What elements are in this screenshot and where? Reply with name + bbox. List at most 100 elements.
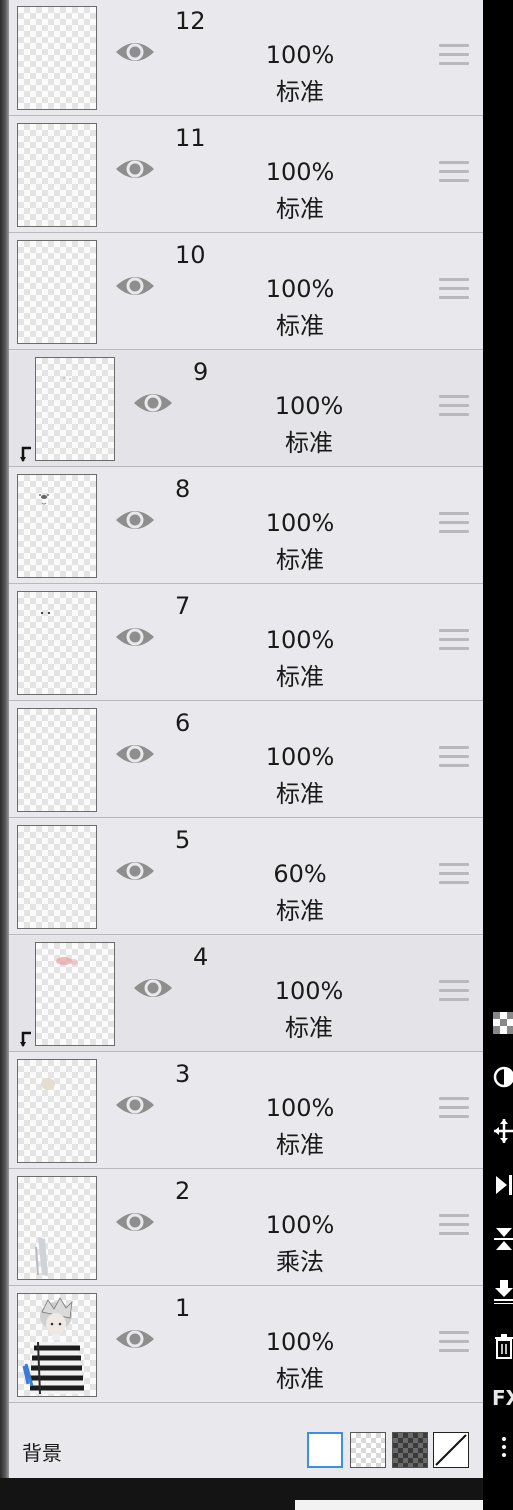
clip-arrow-icon: [20, 446, 31, 462]
layer-thumbnail[interactable]: [17, 591, 97, 695]
layer-thumbnail[interactable]: [17, 240, 97, 344]
slash-icon: [435, 1434, 467, 1466]
layer-thumbnail[interactable]: [17, 708, 97, 812]
layer-row[interactable]: 5 60% 标准: [9, 819, 483, 935]
visibility-eye-icon[interactable]: [114, 623, 156, 651]
layer-opacity[interactable]: 100%: [250, 274, 350, 304]
layer-number: 12: [175, 7, 206, 35]
layer-thumbnail[interactable]: [17, 1176, 97, 1280]
bg-checker-option[interactable]: [350, 1432, 386, 1468]
layer-opacity[interactable]: 100%: [259, 391, 359, 421]
layer-blend-mode[interactable]: 标准: [250, 311, 350, 341]
background-row: 背景: [9, 1424, 483, 1478]
layer-blend-mode[interactable]: 标准: [250, 194, 350, 224]
layer-opacity[interactable]: 100%: [250, 1327, 350, 1357]
drag-handle-icon[interactable]: [439, 161, 469, 185]
layer-opacity[interactable]: 100%: [259, 976, 359, 1006]
move-icon[interactable]: [493, 1118, 513, 1144]
visibility-eye-icon[interactable]: [114, 740, 156, 768]
layer-row[interactable]: 8 100% 标准: [9, 468, 483, 584]
layer-opacity[interactable]: 100%: [250, 157, 350, 187]
drag-handle-icon[interactable]: [439, 1214, 469, 1238]
export-icon[interactable]: [493, 1278, 513, 1304]
bg-dark-checker-option[interactable]: [392, 1432, 428, 1468]
layer-row[interactable]: 9 100% 标准: [9, 351, 483, 467]
layer-thumbnail-art: [56, 957, 78, 965]
bottom-field: [295, 1500, 483, 1510]
layer-blend-mode[interactable]: 标准: [250, 662, 350, 692]
layer-thumbnail[interactable]: [35, 942, 115, 1046]
layer-number: 11: [175, 124, 206, 152]
layer-number: 1: [175, 1294, 191, 1322]
bg-white-option[interactable]: [307, 1432, 343, 1468]
drag-handle-icon[interactable]: [439, 1331, 469, 1355]
visibility-eye-icon[interactable]: [132, 974, 174, 1002]
layer-blend-mode[interactable]: 标准: [259, 1013, 359, 1043]
layer-thumbnail-art: [39, 494, 49, 505]
layer-blend-mode[interactable]: 标准: [250, 545, 350, 575]
visibility-eye-icon[interactable]: [114, 857, 156, 885]
layer-row[interactable]: 6 100% 标准: [9, 702, 483, 818]
right-toolbar: FX: [483, 0, 513, 1510]
drag-handle-icon[interactable]: [439, 629, 469, 653]
layer-opacity[interactable]: 100%: [250, 40, 350, 70]
layer-opacity[interactable]: 100%: [250, 1210, 350, 1240]
drag-handle-icon[interactable]: [439, 512, 469, 536]
layer-row[interactable]: 3 100% 标准: [9, 1053, 483, 1169]
visibility-eye-icon[interactable]: [114, 155, 156, 183]
layer-thumbnail[interactable]: [35, 357, 115, 461]
layer-number: 7: [175, 592, 191, 620]
fill-icon[interactable]: [493, 1064, 513, 1090]
layer-row[interactable]: 11 100% 标准: [9, 117, 483, 233]
layer-row[interactable]: 12 100% 标准: [9, 0, 483, 116]
layer-blend-mode[interactable]: 标准: [250, 1364, 350, 1394]
flatten-icon[interactable]: [493, 1226, 513, 1252]
layer-number: 8: [175, 475, 191, 503]
layer-row[interactable]: 10 100% 标准: [9, 234, 483, 350]
drag-handle-icon[interactable]: [439, 746, 469, 770]
layer-thumbnail-art: [35, 1237, 48, 1276]
layer-thumbnail[interactable]: [17, 1293, 97, 1397]
layer-opacity[interactable]: 100%: [250, 625, 350, 655]
trash-icon[interactable]: [493, 1334, 513, 1360]
layer-row[interactable]: 1 100% 标准: [9, 1287, 483, 1403]
layer-blend-mode[interactable]: 标准: [250, 1130, 350, 1160]
layer-blend-mode[interactable]: 标准: [250, 77, 350, 107]
background-label: 背景: [22, 1441, 62, 1465]
drag-handle-icon[interactable]: [439, 278, 469, 302]
fx-button[interactable]: FX: [492, 1386, 513, 1410]
layer-row[interactable]: 4 100% 标准: [9, 936, 483, 1052]
drag-handle-icon[interactable]: [439, 1097, 469, 1121]
visibility-eye-icon[interactable]: [114, 272, 156, 300]
layer-thumbnail[interactable]: [17, 123, 97, 227]
layer-thumbnail[interactable]: [17, 825, 97, 929]
layer-opacity[interactable]: 100%: [250, 508, 350, 538]
layer-thumbnail[interactable]: [17, 6, 97, 110]
layer-blend-mode[interactable]: 标准: [250, 896, 350, 926]
transparency-icon[interactable]: [493, 1010, 513, 1036]
layer-row[interactable]: 7 100% 标准: [9, 585, 483, 701]
layer-row[interactable]: 2 100% 乘法: [9, 1170, 483, 1286]
layer-opacity[interactable]: 100%: [250, 742, 350, 772]
drag-handle-icon[interactable]: [439, 863, 469, 887]
layer-thumbnail[interactable]: [17, 1059, 97, 1163]
visibility-eye-icon[interactable]: [114, 38, 156, 66]
layer-opacity[interactable]: 100%: [250, 1093, 350, 1123]
visibility-eye-icon[interactable]: [114, 1091, 156, 1119]
visibility-eye-icon[interactable]: [114, 1325, 156, 1353]
merge-down-icon[interactable]: [493, 1172, 513, 1198]
drag-handle-icon[interactable]: [439, 395, 469, 419]
drag-handle-icon[interactable]: [439, 980, 469, 1004]
drag-handle-icon[interactable]: [439, 44, 469, 68]
bg-none-option[interactable]: [433, 1432, 469, 1468]
more-icon[interactable]: [493, 1434, 513, 1460]
visibility-eye-icon[interactable]: [132, 389, 174, 417]
layer-thumbnail[interactable]: [17, 474, 97, 578]
layer-blend-mode[interactable]: 标准: [259, 428, 359, 458]
visibility-eye-icon[interactable]: [114, 1208, 156, 1236]
layer-blend-mode[interactable]: 乘法: [250, 1247, 350, 1277]
layer-opacity[interactable]: 60%: [250, 859, 350, 889]
layer-number: 10: [175, 241, 206, 269]
layer-blend-mode[interactable]: 标准: [250, 779, 350, 809]
visibility-eye-icon[interactable]: [114, 506, 156, 534]
